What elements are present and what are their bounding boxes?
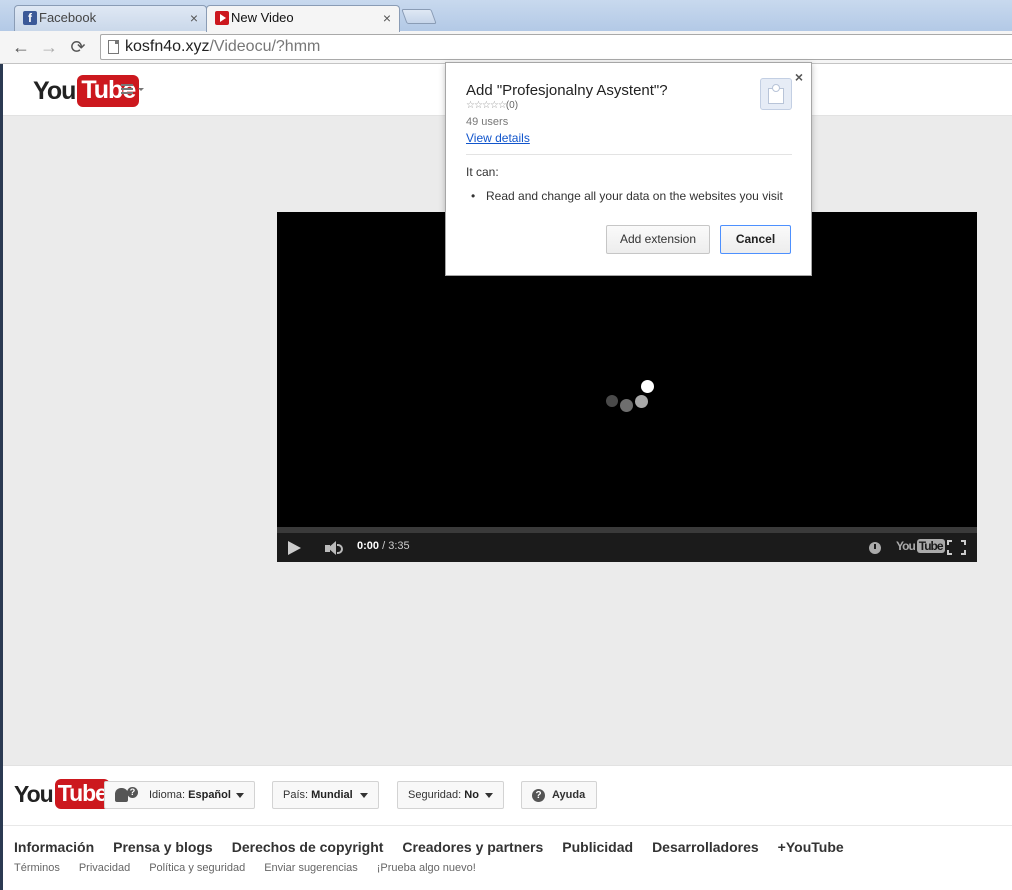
page-icon xyxy=(108,40,119,54)
tab-title: New Video xyxy=(231,10,294,25)
footer-link[interactable]: Política y seguridad xyxy=(149,862,245,874)
clock-icon[interactable] xyxy=(869,542,881,554)
player-controls: 0:00 / 3:35 You Tube xyxy=(277,533,977,562)
country-value: Mundial xyxy=(311,789,353,801)
close-tab-icon[interactable]: × xyxy=(383,6,391,30)
help-label: Ayuda xyxy=(552,789,586,801)
country-picker-button[interactable]: País: Mundial xyxy=(272,781,379,809)
footer-link[interactable]: ¡Prueba algo nuevo! xyxy=(377,862,476,874)
guide-menu-button[interactable] xyxy=(121,82,147,98)
add-extension-button[interactable]: Add extension xyxy=(606,225,710,254)
logo-you: You xyxy=(33,76,76,105)
permissions-heading: It can: xyxy=(466,165,499,179)
spinner-dot xyxy=(641,380,654,393)
rating: ☆☆☆☆☆(0) xyxy=(466,100,518,111)
safety-mode-button[interactable]: Seguridad: No xyxy=(397,781,504,809)
youtube-footer: You Tube ? Idioma: Español País: Mundial … xyxy=(3,765,1012,890)
star-rating-icon: ☆☆☆☆☆ xyxy=(466,100,507,111)
logo-you: You xyxy=(14,780,54,807)
menu-icon xyxy=(121,84,133,94)
volume-icon[interactable] xyxy=(325,541,347,556)
footer-link[interactable]: Creadores y partners xyxy=(402,839,543,855)
footer-link[interactable]: Enviar sugerencias xyxy=(264,862,358,874)
logo-you: You xyxy=(896,539,916,553)
fullscreen-icon[interactable] xyxy=(947,540,966,555)
cancel-button[interactable]: Cancel xyxy=(720,225,791,254)
spinner-dot xyxy=(620,399,633,412)
language-glyph: ? xyxy=(127,787,138,798)
footer-link[interactable]: Información xyxy=(14,839,94,855)
forward-icon[interactable]: → xyxy=(38,36,60,58)
logo-tube: Tube xyxy=(916,539,945,553)
footer-link[interactable]: Términos xyxy=(14,862,60,874)
chevron-down-icon xyxy=(485,793,493,798)
reload-icon[interactable]: ⟳ xyxy=(67,36,89,58)
youtube-watermark-logo[interactable]: You Tube xyxy=(896,539,945,553)
browser-toolbar: ← → ⟳ kosfn4o.xyz/Videocu/?hmm xyxy=(0,31,1012,64)
current-time: 0:00 xyxy=(357,540,380,552)
language-picker-button[interactable]: ? Idioma: Español xyxy=(104,781,255,809)
duration: 3:35 xyxy=(388,540,410,552)
address-bar[interactable]: kosfn4o.xyz/Videocu/?hmm xyxy=(100,34,1012,60)
permission-item: Read and change all your data on the web… xyxy=(471,189,783,203)
chevron-down-icon xyxy=(138,88,144,91)
country-label: País: xyxy=(283,789,312,801)
add-extension-dialog: × Add "Profesjonalny Asystent"? ☆☆☆☆☆(0)… xyxy=(445,62,812,276)
play-icon[interactable] xyxy=(288,541,301,555)
language-value: Español xyxy=(188,789,231,801)
footer-link[interactable]: Prensa y blogs xyxy=(113,839,213,855)
facebook-icon: f xyxy=(23,11,37,25)
chevron-down-icon xyxy=(360,793,368,798)
footer-secondary-links: Términos Privacidad Política y seguridad… xyxy=(14,862,476,874)
footer-link[interactable]: Publicidad xyxy=(562,839,633,855)
divider xyxy=(3,825,1012,826)
help-icon: ? xyxy=(532,789,545,802)
tab-title: Facebook xyxy=(39,10,97,25)
footer-link[interactable]: Privacidad xyxy=(79,862,130,874)
spinner-dot xyxy=(606,395,618,407)
rating-count: (0) xyxy=(505,100,519,111)
divider xyxy=(466,154,792,155)
dialog-title: Add "Profesjonalny Asystent"? xyxy=(466,82,668,99)
chevron-down-icon xyxy=(236,793,244,798)
footer-link[interactable]: Derechos de copyright xyxy=(232,839,384,855)
tab-facebook[interactable]: f Facebook × xyxy=(14,5,207,31)
view-details-link[interactable]: View details xyxy=(466,131,530,145)
user-count: 49 users xyxy=(466,116,509,128)
time-separator: / xyxy=(379,540,389,552)
youtube-icon xyxy=(215,11,229,25)
url-text: kosfn4o.xyz/Videocu/?hmm xyxy=(125,38,320,56)
language-label: Idioma: xyxy=(149,789,189,801)
tab-new-video[interactable]: New Video × xyxy=(206,5,400,32)
puzzle-piece-icon xyxy=(760,78,792,110)
time-display: 0:00 / 3:35 xyxy=(357,540,410,552)
url-path: /Videocu/?hmm xyxy=(209,38,321,55)
safety-value: No xyxy=(464,789,479,801)
footer-youtube-logo[interactable]: You Tube xyxy=(14,779,110,809)
spinner-dot xyxy=(635,395,648,408)
help-button[interactable]: ? Ayuda xyxy=(521,781,597,809)
close-icon[interactable]: × xyxy=(795,69,803,85)
footer-primary-links: Información Prensa y blogs Derechos de c… xyxy=(14,839,844,855)
logo-tube: Tube xyxy=(54,779,110,809)
browser-tab-strip: f Facebook × New Video × xyxy=(0,0,1012,32)
close-tab-icon[interactable]: × xyxy=(190,6,198,30)
safety-label: Seguridad: xyxy=(408,789,465,801)
language-icon: ? xyxy=(115,787,139,802)
new-tab-button[interactable] xyxy=(401,9,437,24)
footer-link[interactable]: +YouTube xyxy=(778,839,844,855)
footer-link[interactable]: Desarrolladores xyxy=(652,839,759,855)
url-host: kosfn4o.xyz xyxy=(125,38,210,55)
back-icon[interactable]: ← xyxy=(10,36,32,58)
